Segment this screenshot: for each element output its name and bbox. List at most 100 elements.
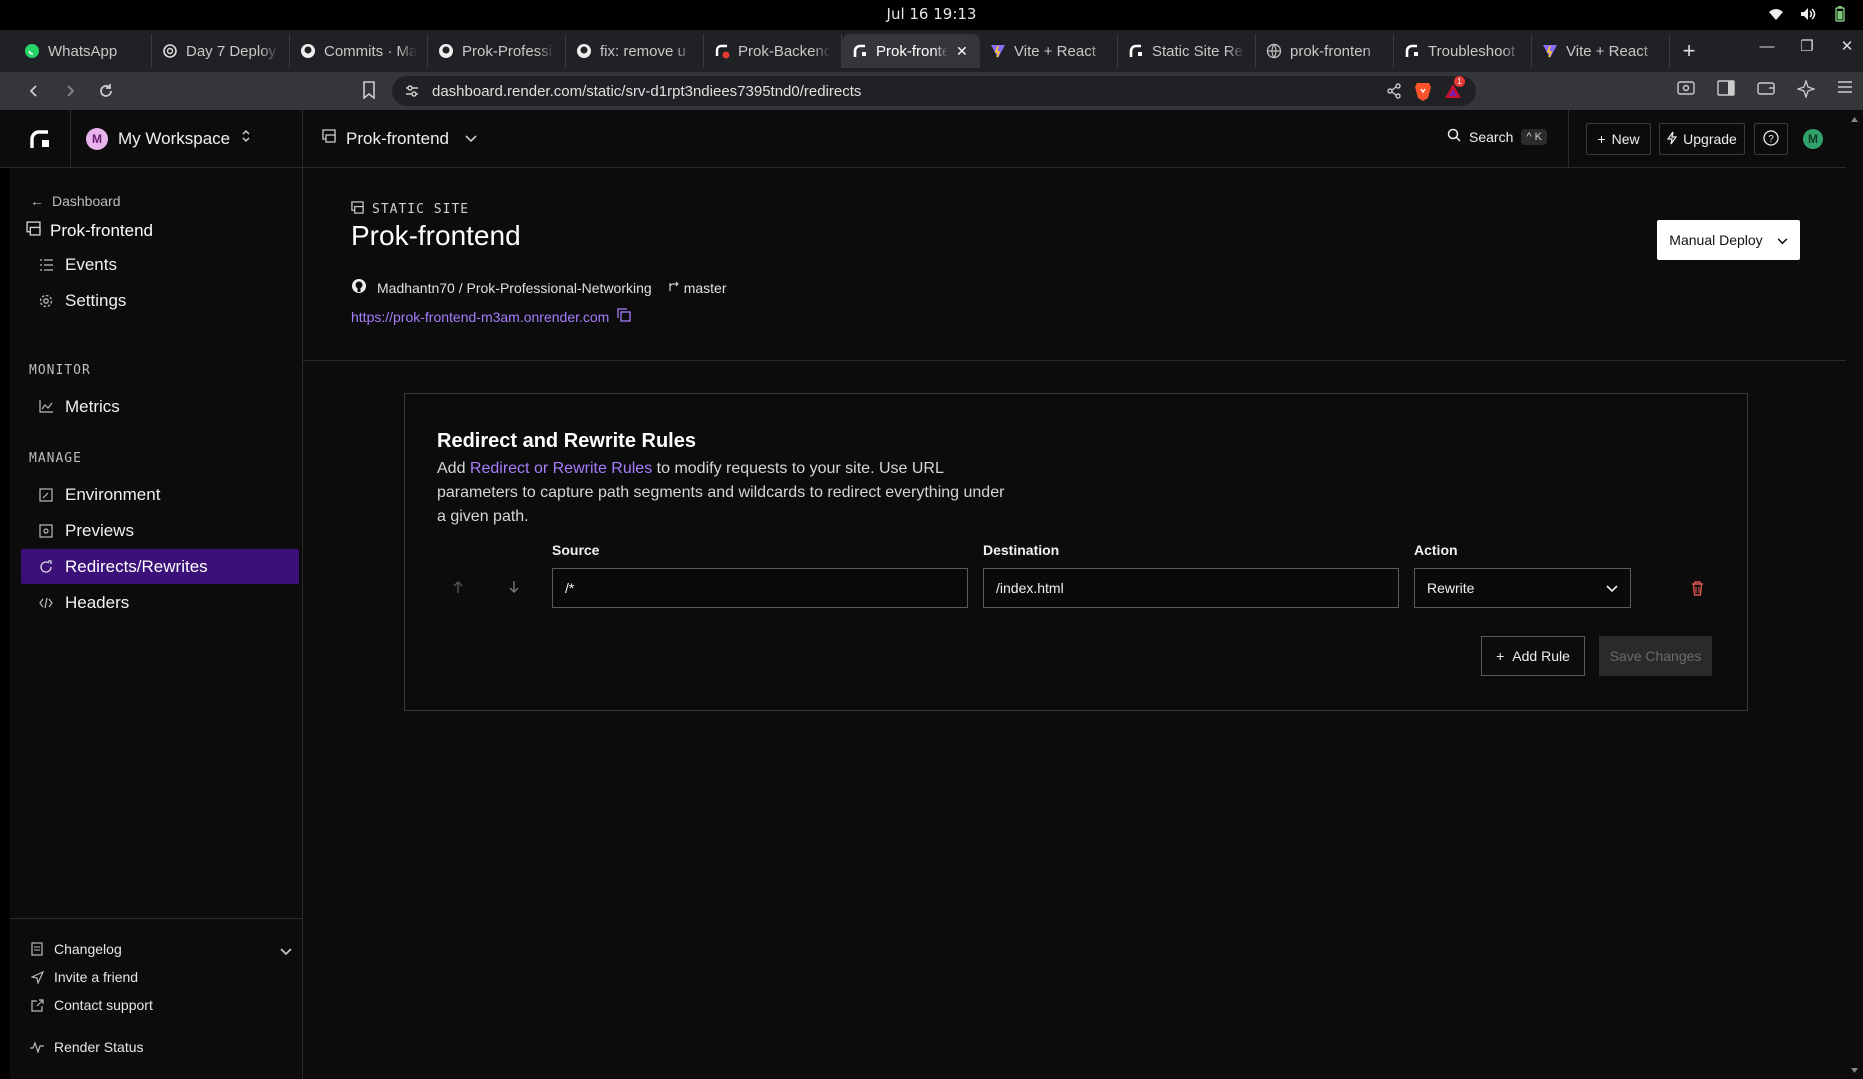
footer-label: Contact support bbox=[54, 997, 153, 1013]
upgrade-button[interactable]: Upgrade bbox=[1659, 123, 1745, 155]
destination-column-label: Destination bbox=[983, 542, 1060, 558]
browser-tab[interactable]: Troubleshoot bbox=[1394, 34, 1532, 68]
service-switcher[interactable]: Prok-frontend bbox=[322, 110, 477, 167]
brave-rewards-icon[interactable]: 1 bbox=[1444, 76, 1465, 105]
browser-tab[interactable]: fix: remove u bbox=[566, 34, 704, 68]
service-name: Prok-frontend bbox=[346, 128, 449, 148]
search-shortcut: ^ K bbox=[1521, 128, 1547, 145]
source-input[interactable]: /* bbox=[552, 568, 968, 608]
svg-text:?: ? bbox=[1768, 134, 1774, 145]
delete-rule-icon[interactable] bbox=[1687, 578, 1707, 598]
card-description: Add Redirect or Rewrite Rules to modify … bbox=[437, 457, 1017, 529]
sidebar-item-label: Previews bbox=[65, 520, 134, 540]
search-button[interactable]: Search ^ K bbox=[1447, 128, 1547, 145]
back-arrow-icon[interactable] bbox=[20, 77, 48, 105]
os-top-bar: Jul 16 19:13 bbox=[0, 0, 1863, 30]
browser-tab[interactable]: Commits · Ma bbox=[290, 34, 428, 68]
reload-icon[interactable] bbox=[92, 77, 120, 105]
address-bar[interactable]: dashboard.render.com/static/srv-d1rpt3nd… bbox=[392, 76, 1476, 106]
sidebar-item-events[interactable]: Events bbox=[21, 247, 299, 282]
browser-tab[interactable]: Day 7 Deploy bbox=[152, 34, 290, 68]
close-tab-icon[interactable]: ✕ bbox=[956, 43, 970, 60]
sidebar-toggle-icon[interactable] bbox=[1717, 80, 1735, 103]
volume-icon[interactable] bbox=[1799, 6, 1817, 22]
action-column-label: Action bbox=[1414, 542, 1458, 558]
back-to-dashboard[interactable]: ← Dashboard bbox=[30, 193, 121, 209]
save-changes-button[interactable]: Save Changes bbox=[1599, 636, 1712, 676]
new-button[interactable]: + New bbox=[1586, 123, 1651, 155]
copy-icon[interactable] bbox=[617, 308, 631, 325]
browser-tab-active[interactable]: Prok-fronte ✕ bbox=[842, 34, 980, 68]
browser-tab[interactable]: prok-fronten bbox=[1256, 34, 1394, 68]
os-clock[interactable]: Jul 16 19:13 bbox=[0, 5, 1863, 23]
browser-tab[interactable]: WhatsApp bbox=[14, 34, 152, 68]
pulse-icon bbox=[30, 1040, 44, 1054]
share-icon[interactable] bbox=[1386, 83, 1402, 104]
scrollbar[interactable] bbox=[1846, 110, 1863, 1079]
sidebar-footer-status[interactable]: Render Status bbox=[30, 1039, 144, 1055]
brave-shield-icon[interactable] bbox=[1414, 81, 1432, 106]
help-icon: ? bbox=[1763, 129, 1779, 149]
add-rule-label: Add Rule bbox=[1512, 648, 1570, 664]
render-icon bbox=[1404, 43, 1420, 59]
render-logo[interactable] bbox=[10, 110, 70, 167]
move-down-icon[interactable] bbox=[504, 577, 524, 597]
wifi-icon[interactable] bbox=[1767, 6, 1785, 22]
wallet-icon[interactable] bbox=[1757, 80, 1775, 103]
help-button[interactable]: ? bbox=[1754, 123, 1788, 155]
git-branch-icon bbox=[668, 280, 680, 296]
browser-tab[interactable]: Vite + React bbox=[980, 34, 1118, 68]
sidebar-footer-invite[interactable]: Invite a friend bbox=[30, 969, 138, 985]
minimize-icon[interactable]: — bbox=[1757, 36, 1777, 56]
menu-icon[interactable] bbox=[1837, 80, 1853, 103]
page-title: Prok-frontend bbox=[351, 220, 521, 251]
url-text[interactable]: dashboard.render.com/static/srv-d1rpt3nd… bbox=[432, 83, 861, 100]
site-url-link[interactable]: https://prok-frontend-m3am.onrender.com bbox=[351, 309, 609, 325]
action-select[interactable]: Rewrite bbox=[1414, 568, 1631, 608]
browser-tab[interactable]: Prok-Professi bbox=[428, 34, 566, 68]
forward-arrow-icon[interactable] bbox=[56, 77, 84, 105]
card-title: Redirect and Rewrite Rules bbox=[437, 430, 696, 452]
new-tab-button[interactable]: + bbox=[1674, 36, 1704, 66]
sidebar-item-label: Headers bbox=[65, 592, 130, 612]
user-avatar[interactable]: M bbox=[1803, 129, 1823, 149]
move-up-icon[interactable] bbox=[448, 577, 468, 597]
sidebar-item-metrics[interactable]: Metrics bbox=[21, 389, 299, 424]
sidebar-footer-support[interactable]: Contact support bbox=[30, 997, 153, 1013]
sidebar-item-environment[interactable]: Environment bbox=[21, 477, 299, 512]
search-label: Search bbox=[1469, 128, 1514, 145]
main-content: STATIC SITE Prok-frontend Madhantn70 / P… bbox=[303, 168, 1846, 1079]
leo-ai-icon[interactable] bbox=[1795, 78, 1817, 103]
destination-input[interactable]: /index.html bbox=[983, 568, 1399, 608]
sidebar-service[interactable]: Prok-frontend bbox=[26, 221, 153, 241]
code-icon bbox=[39, 596, 53, 610]
docs-link[interactable]: Redirect or Rewrite Rules bbox=[470, 460, 652, 477]
system-tray[interactable] bbox=[1767, 6, 1849, 22]
maximize-icon[interactable]: ❐ bbox=[1797, 36, 1817, 56]
bookmark-icon[interactable] bbox=[362, 81, 376, 104]
sidebar-footer-changelog[interactable]: Changelog bbox=[30, 941, 292, 957]
repo-link[interactable]: Madhantn70 / Prok-Professional-Networkin… bbox=[377, 280, 652, 296]
sidebar-item-redirects-rewrites[interactable]: Redirects/Rewrites bbox=[21, 549, 299, 584]
close-window-icon[interactable]: ✕ bbox=[1837, 36, 1857, 56]
sidebar-item-headers[interactable]: Headers bbox=[21, 585, 299, 620]
workspace-switcher[interactable]: M My Workspace bbox=[70, 110, 303, 167]
sidebar-item-previews[interactable]: Previews bbox=[21, 513, 299, 548]
sidebar-item-settings[interactable]: Settings bbox=[21, 283, 299, 318]
site-settings-icon[interactable] bbox=[404, 83, 420, 104]
browser-tab[interactable]: Vite + React bbox=[1532, 34, 1670, 68]
add-rule-button[interactable]: + Add Rule bbox=[1481, 636, 1585, 676]
browser-tab[interactable]: Static Site Re bbox=[1118, 34, 1256, 68]
battery-icon[interactable] bbox=[1831, 6, 1849, 22]
source-column-label: Source bbox=[552, 542, 600, 558]
branch: master bbox=[668, 280, 727, 296]
manual-deploy-button[interactable]: Manual Deploy bbox=[1657, 220, 1800, 260]
tab-label: Vite + React bbox=[1566, 42, 1648, 60]
screenshot-icon[interactable] bbox=[1677, 80, 1695, 103]
browser-tab-strip: WhatsApp Day 7 Deploy Commits · Ma Prok-… bbox=[0, 30, 1863, 72]
service-type-label: STATIC SITE bbox=[372, 202, 470, 217]
redirect-icon bbox=[39, 559, 53, 574]
browser-tab[interactable]: Prok-Backend bbox=[704, 34, 842, 68]
env-icon bbox=[39, 487, 53, 502]
tab-label: Troubleshoot bbox=[1428, 42, 1515, 60]
